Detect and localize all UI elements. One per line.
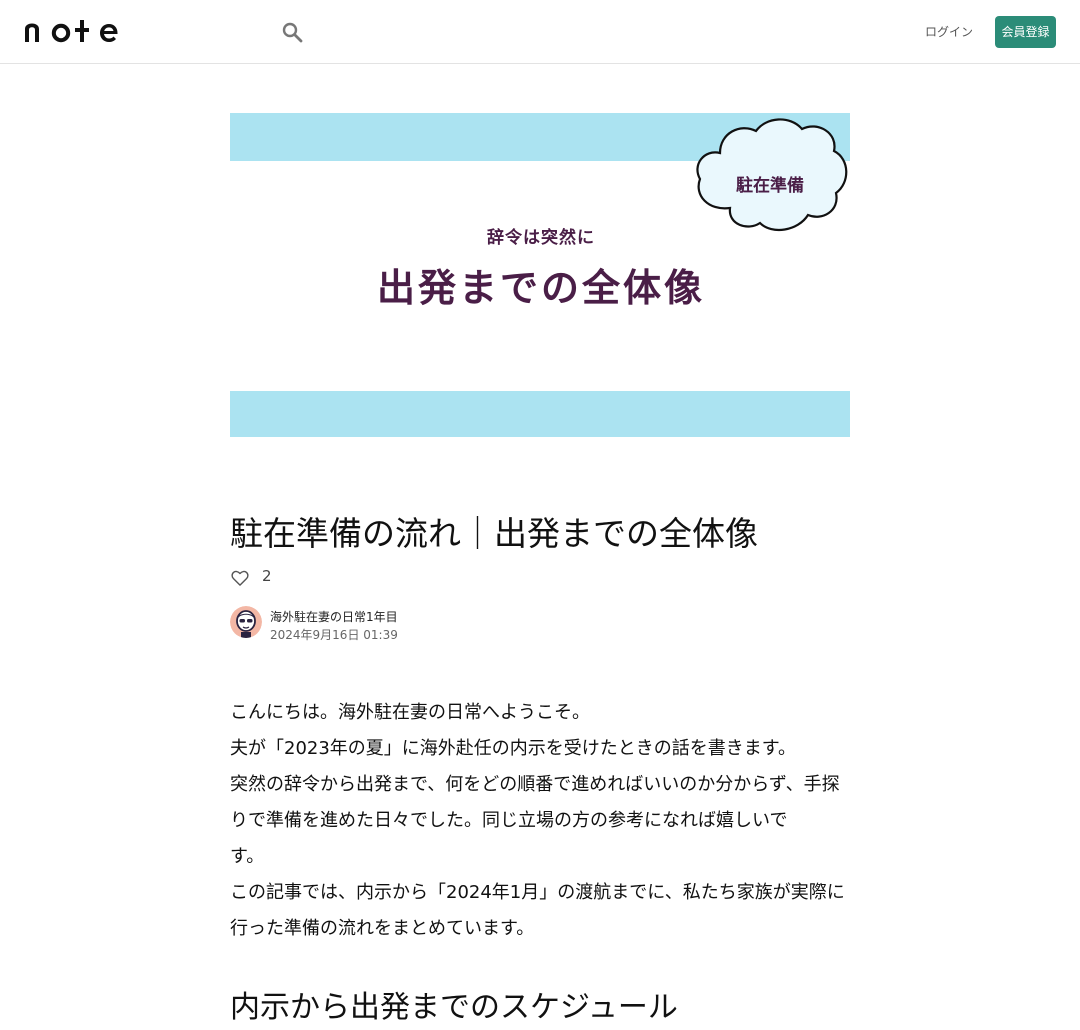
- article-body: こんにちは。海外駐在妻の日常へようこそ。 夫が「2023年の夏」に海外赴任の内示…: [230, 695, 850, 947]
- note-logo[interactable]: [24, 20, 124, 44]
- signup-button[interactable]: 会員登録: [995, 16, 1056, 48]
- banner-title: 出発までの全体像: [376, 266, 705, 310]
- author-avatar-icon: [230, 606, 262, 638]
- author-name[interactable]: 海外駐在妻の日常1年目: [270, 608, 398, 625]
- avatar[interactable]: [230, 606, 262, 638]
- body-paragraph: この記事では、内示から「2024年1月」の渡航までに、私たち家族が実際に行った準…: [230, 882, 845, 939]
- banner-badge-text: 駐在準備: [736, 176, 804, 196]
- banner-bottom-band: [230, 391, 850, 437]
- body-paragraph: 突然の辞令から出発まで、何をどの順番で進めればいいのか分からず、手探りで準備を進…: [230, 774, 840, 831]
- author-block: 海外駐在妻の日常1年目 2024年9月16日 01:39: [230, 606, 630, 642]
- search-icon[interactable]: [280, 20, 304, 44]
- like-count: 2: [262, 567, 272, 585]
- login-link[interactable]: ログイン: [922, 16, 976, 48]
- heart-icon[interactable]: [230, 568, 250, 588]
- body-paragraph: 夫が「2023年の夏」に海外赴任の内示を受けたときの話を書きます。: [230, 738, 797, 759]
- hero-banner-image: 駐在準備 辞令は突然に 出発までの全体像: [230, 113, 850, 437]
- post-date: 2024年9月16日 01:39: [270, 628, 398, 642]
- top-nav-bar: ログイン 会員登録: [0, 0, 1080, 64]
- section-heading: 内示から出発までのスケジュール: [230, 990, 678, 1025]
- body-paragraph: す。: [230, 846, 265, 867]
- banner-kicker: 辞令は突然に: [487, 228, 595, 248]
- article-title: 駐在準備の流れ｜出発までの全体像: [230, 514, 758, 553]
- body-paragraph: こんにちは。海外駐在妻の日常へようこそ。: [230, 702, 590, 723]
